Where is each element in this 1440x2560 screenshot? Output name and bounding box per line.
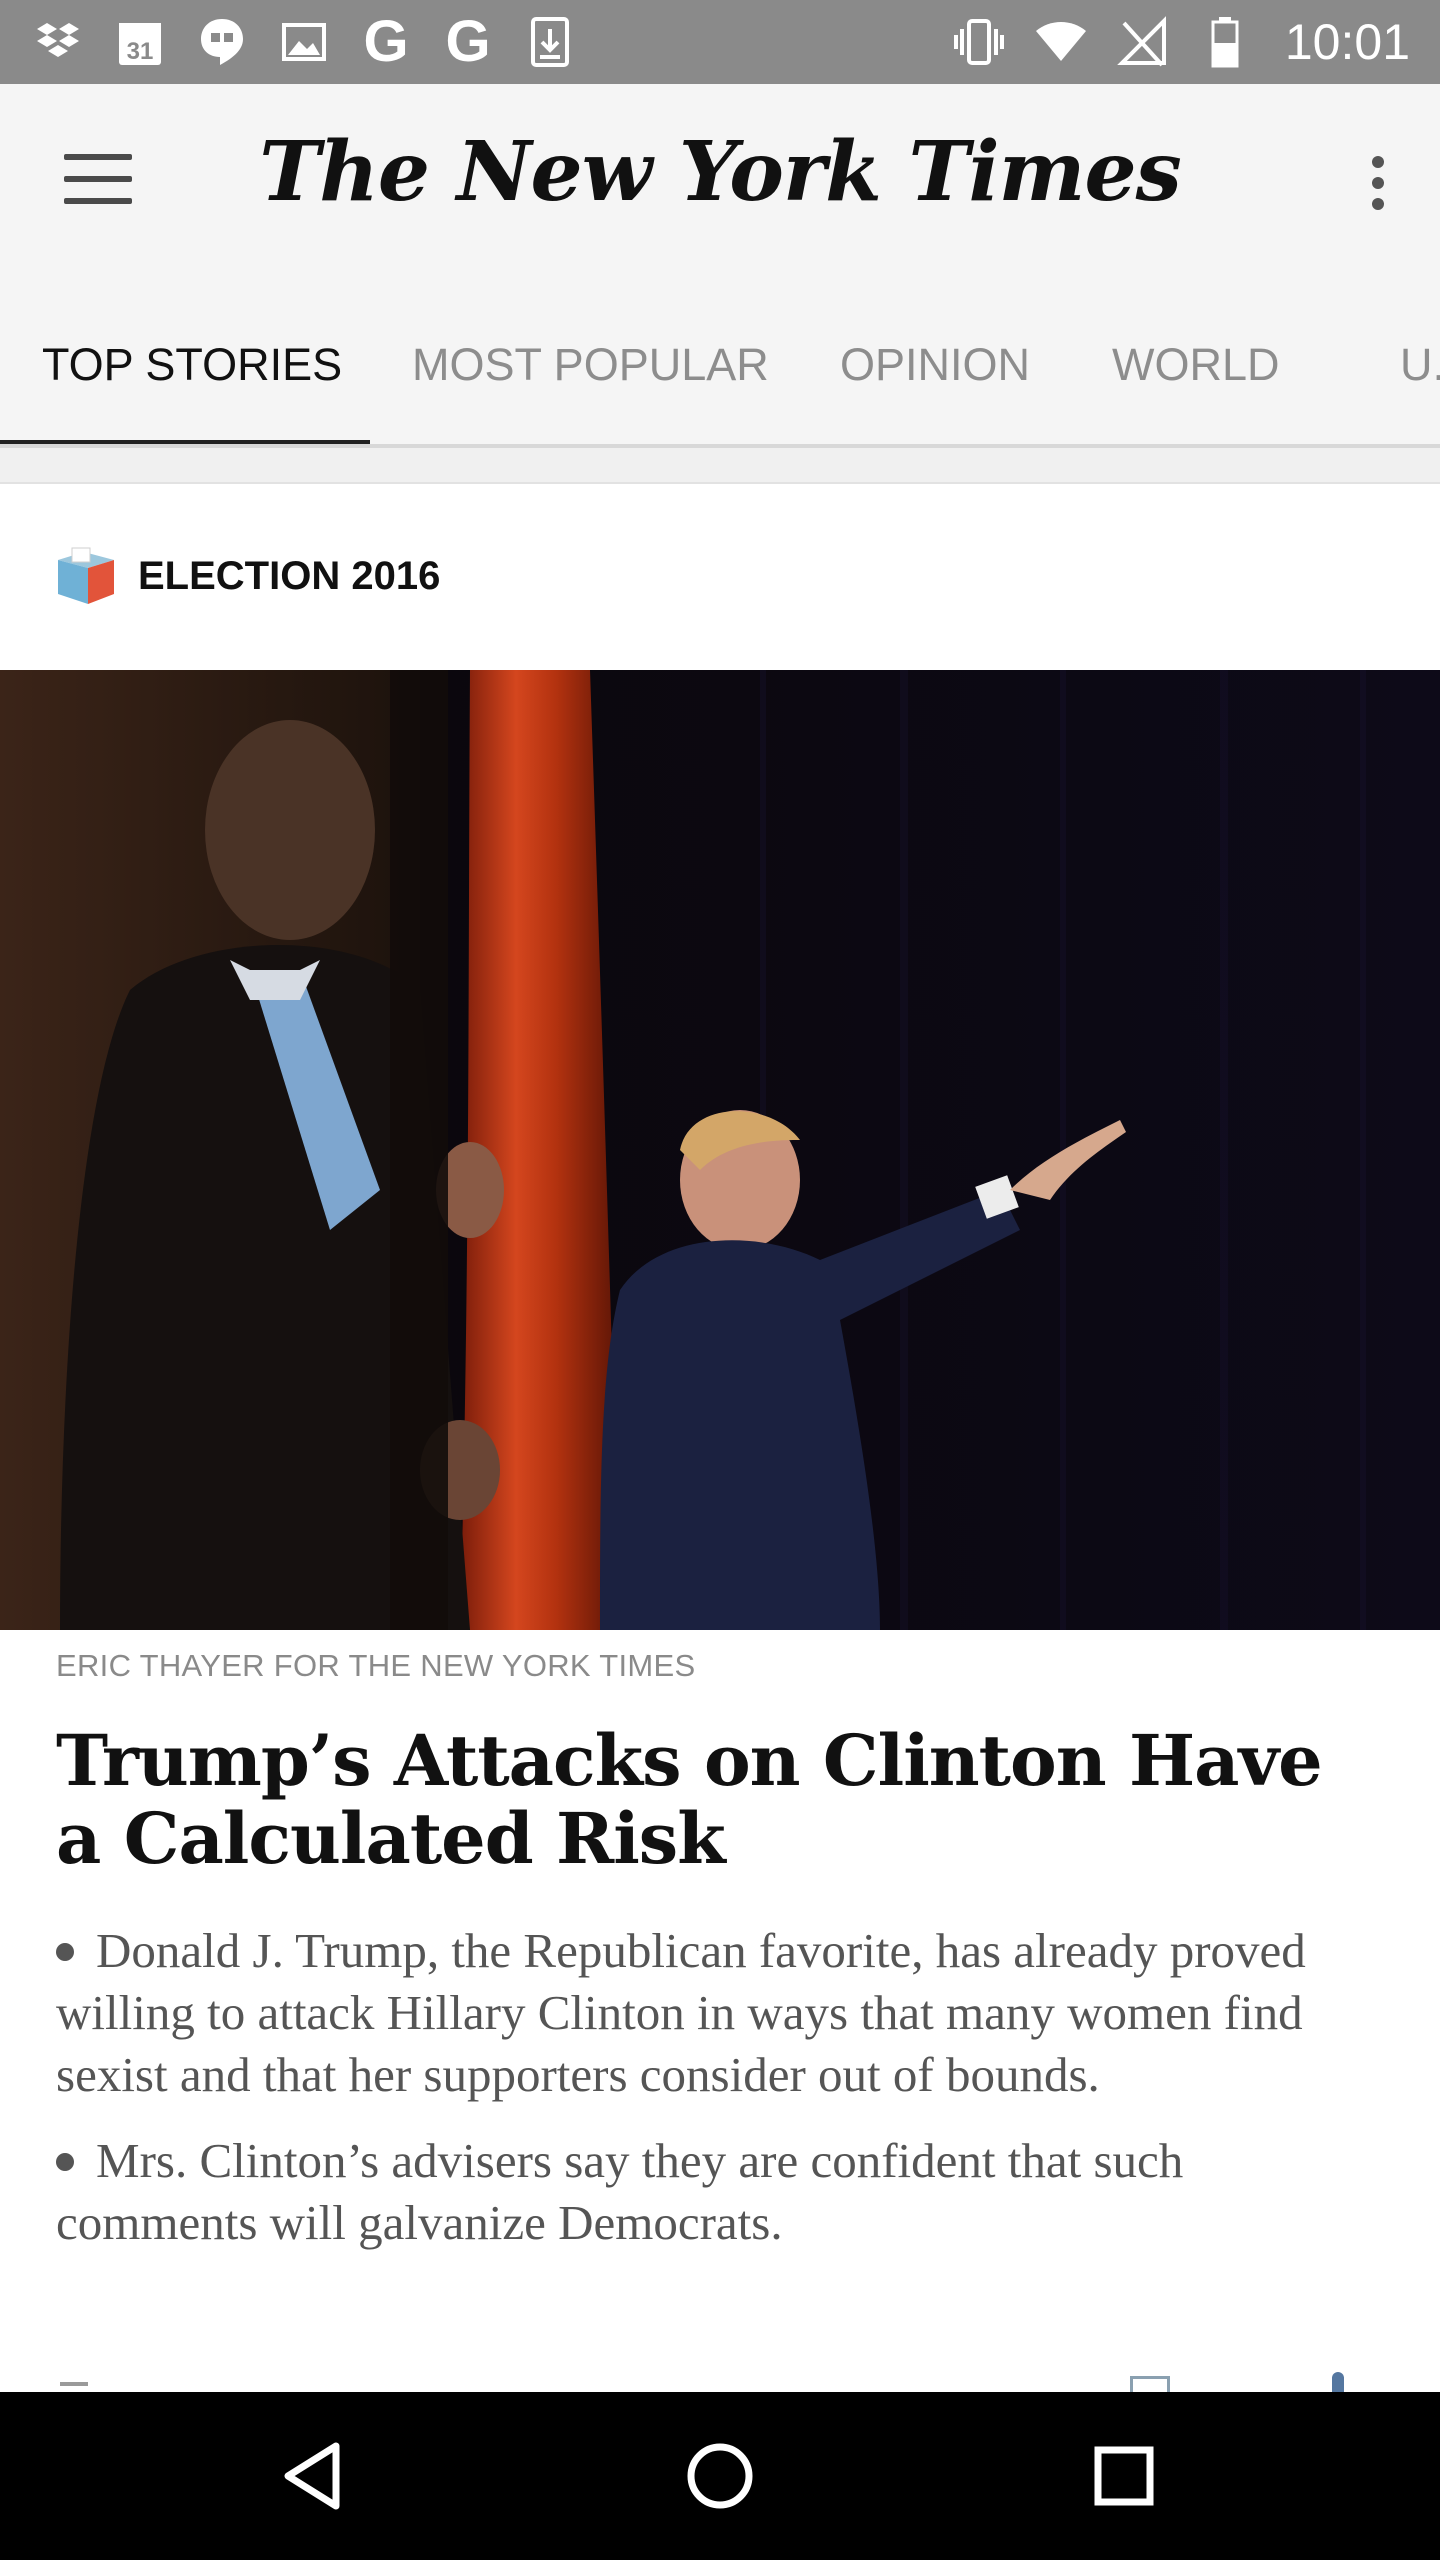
google-icon: G	[445, 9, 491, 74]
vibrate-icon	[951, 14, 1007, 70]
masthead-logo: The New York Times	[259, 124, 1182, 220]
summary-text: Donald J. Trump, the Republican favorite…	[56, 1923, 1306, 2102]
more-vert-icon[interactable]	[1368, 156, 1388, 216]
wifi-icon	[1033, 14, 1089, 70]
summary-bullet: Donald J. Trump, the Republican favorite…	[56, 1920, 1396, 2106]
download-icon	[522, 14, 578, 70]
next-row-peek	[0, 2370, 1440, 2392]
app-bar: The New York Times	[0, 84, 1440, 280]
section-label: ELECTION 2016	[138, 554, 441, 598]
photo-illustration	[0, 670, 1440, 1630]
save-icon[interactable]	[1130, 2376, 1170, 2392]
active-tab-indicator	[0, 440, 370, 444]
clock: 10:01	[1284, 14, 1410, 70]
tab-most-popular[interactable]: MOST POPULAR	[412, 280, 769, 444]
battery-icon	[1197, 14, 1253, 70]
section-header[interactable]: ELECTION 2016	[0, 484, 1440, 670]
recents-square-icon[interactable]	[1084, 2436, 1164, 2516]
tab-world[interactable]: WORLD	[1112, 280, 1280, 444]
article-photo[interactable]	[0, 670, 1440, 1630]
back-triangle-icon[interactable]	[276, 2436, 356, 2516]
navigation-bar	[0, 2392, 1440, 2560]
dropbox-icon	[30, 14, 86, 70]
tab-opinion[interactable]: OPINION	[840, 280, 1030, 444]
gallery-icon	[276, 14, 332, 70]
photo-credit: ERIC THAYER FOR THE NEW YORK TIMES	[56, 1648, 696, 1683]
summary-text: Mrs. Clinton’s advisers say they are con…	[56, 2133, 1184, 2250]
tab-top-stories[interactable]: TOP STORIES	[42, 280, 342, 444]
share-icon[interactable]	[1332, 2372, 1344, 2392]
article-summary: Donald J. Trump, the Republican favorite…	[56, 1920, 1396, 2278]
bullet-icon	[56, 1942, 74, 1961]
calendar-day: 31	[127, 38, 154, 65]
notification-icons: 31 G G	[30, 0, 578, 84]
home-circle-icon[interactable]	[680, 2436, 760, 2516]
bullet-icon	[56, 2152, 74, 2171]
no-signal-icon	[1115, 14, 1171, 70]
status-bar: 31 G G 10:01	[0, 0, 1440, 84]
system-icons: 10:01	[951, 0, 1410, 84]
tab-us[interactable]: U.	[1400, 280, 1440, 444]
google-icon: G	[363, 9, 409, 74]
hangouts-icon	[194, 14, 250, 70]
summary-bullet: Mrs. Clinton’s advisers say they are con…	[56, 2130, 1396, 2254]
article-headline[interactable]: Trump’s Attacks on Clinton Have a Calcul…	[56, 1722, 1386, 1878]
comment-icon	[60, 2382, 88, 2386]
divider	[0, 448, 1440, 484]
ballot-box-icon	[58, 547, 114, 604]
section-tabs: TOP STORIES MOST POPULAR OPINION WORLD U…	[0, 280, 1440, 448]
calendar-icon: 31	[112, 14, 168, 70]
